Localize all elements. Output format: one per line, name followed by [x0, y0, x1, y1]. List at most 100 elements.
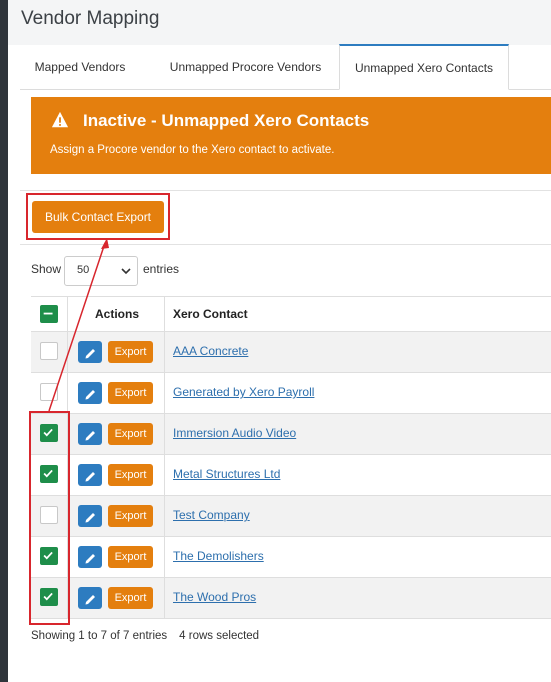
column-divider — [164, 496, 165, 536]
edit-button[interactable] — [78, 505, 102, 527]
minus-icon — [43, 312, 53, 315]
column-divider — [67, 414, 68, 454]
table-row: Export Generated by Xero Payroll — [31, 373, 551, 414]
export-label: Export — [114, 346, 147, 358]
edit-button[interactable] — [78, 423, 102, 445]
edit-button[interactable] — [78, 546, 102, 568]
column-divider — [67, 578, 68, 618]
tab-label: Unmapped Xero Contacts — [354, 60, 494, 75]
edit-button[interactable] — [78, 587, 102, 609]
column-divider — [164, 297, 165, 331]
table-row: Export Metal Structures Ltd — [31, 455, 551, 496]
table-header-row: Actions Xero Contact — [31, 296, 551, 332]
export-label: Export — [114, 592, 147, 604]
column-divider — [164, 537, 165, 577]
tab-mapped-vendors[interactable]: Mapped Vendors — [20, 44, 140, 90]
column-divider — [67, 537, 68, 577]
pencil-icon — [85, 513, 95, 523]
pencil-icon — [85, 595, 95, 605]
divider — [20, 190, 551, 191]
export-button[interactable]: Export — [108, 464, 153, 486]
select-all-checkbox[interactable] — [40, 305, 58, 323]
pencil-icon — [85, 390, 95, 400]
pencil-icon — [85, 431, 95, 441]
show-label: Show — [31, 262, 62, 276]
edit-button[interactable] — [78, 341, 102, 363]
contact-link[interactable]: AAA Concrete — [173, 344, 248, 358]
xero-contact-header: Xero Contact — [173, 307, 248, 321]
alert-message: Assign a Procore vendor to the Xero cont… — [50, 144, 335, 156]
tab-label: Mapped Vendors — [34, 60, 126, 74]
inactive-alert: Inactive - Unmapped Xero Contacts Assign… — [31, 97, 551, 174]
table-row: Export The Demolishers — [31, 537, 551, 578]
column-divider — [164, 414, 165, 454]
contact-link[interactable]: Test Company — [173, 508, 250, 522]
alert-title: Inactive - Unmapped Xero Contacts — [83, 111, 370, 130]
tab-bar: Mapped Vendors Unmapped Procore Vendors … — [20, 44, 551, 90]
contact-link[interactable]: Immersion Audio Video — [173, 426, 296, 440]
export-button[interactable]: Export — [108, 587, 153, 609]
entries-per-page-select[interactable]: 50 — [64, 256, 138, 286]
contact-link[interactable]: Generated by Xero Payroll — [173, 385, 314, 399]
pencil-icon — [85, 554, 95, 564]
export-button[interactable]: Export — [108, 505, 153, 527]
pencil-icon — [85, 472, 95, 482]
column-divider — [164, 455, 165, 495]
checkmark-icon — [43, 469, 53, 478]
table-info: Showing 1 to 7 of 7 entries 4 rows select… — [31, 630, 259, 642]
app-sidebar-edge — [0, 0, 8, 682]
export-label: Export — [114, 551, 147, 563]
entries-label: entries — [143, 262, 180, 276]
pencil-icon — [85, 349, 95, 359]
chevron-down-icon — [121, 268, 131, 275]
table-row: Export AAA Concrete — [31, 332, 551, 373]
page-header: Vendor Mapping — [8, 0, 551, 45]
column-divider — [164, 578, 165, 618]
column-divider — [164, 332, 165, 372]
table-row: Export Test Company — [31, 496, 551, 537]
column-divider — [164, 373, 165, 413]
contact-link[interactable]: The Wood Pros — [173, 590, 256, 604]
row-checkbox[interactable] — [40, 342, 58, 360]
contact-link[interactable]: Metal Structures Ltd — [173, 467, 280, 481]
row-checkbox[interactable] — [40, 424, 58, 442]
page-title: Vendor Mapping — [21, 8, 160, 29]
export-label: Export — [114, 428, 147, 440]
divider — [20, 244, 551, 245]
export-label: Export — [114, 469, 147, 481]
tab-unmapped-xero-contacts[interactable]: Unmapped Xero Contacts — [339, 44, 509, 90]
tab-label: Unmapped Procore Vendors — [169, 60, 322, 74]
column-divider — [67, 455, 68, 495]
bulk-contact-export-button[interactable]: Bulk Contact Export — [32, 201, 164, 233]
export-button[interactable]: Export — [108, 423, 153, 445]
edit-button[interactable] — [78, 382, 102, 404]
entries-info: Showing 1 to 7 of 7 entries — [31, 630, 168, 642]
export-button[interactable]: Export — [108, 341, 153, 363]
contact-link[interactable]: The Demolishers — [173, 549, 264, 563]
button-label: Bulk Contact Export — [44, 210, 152, 224]
row-checkbox[interactable] — [40, 547, 58, 565]
edit-button[interactable] — [78, 464, 102, 486]
column-divider — [67, 332, 68, 372]
row-checkbox[interactable] — [40, 383, 58, 401]
select-value: 50 — [77, 264, 90, 276]
column-divider — [67, 373, 68, 413]
actions-header: Actions — [95, 307, 140, 321]
tab-unmapped-procore-vendors[interactable]: Unmapped Procore Vendors — [153, 44, 338, 90]
export-button[interactable]: Export — [108, 546, 153, 568]
table-row: Export The Wood Pros — [31, 578, 551, 619]
checkmark-icon — [43, 428, 53, 437]
row-checkbox[interactable] — [40, 588, 58, 606]
column-divider — [67, 496, 68, 536]
export-button[interactable]: Export — [108, 382, 153, 404]
checkmark-icon — [43, 592, 53, 601]
export-label: Export — [114, 510, 147, 522]
checkmark-icon — [43, 551, 53, 560]
row-checkbox[interactable] — [40, 506, 58, 524]
row-checkbox[interactable] — [40, 465, 58, 483]
warning-icon — [51, 111, 69, 128]
column-divider — [67, 297, 68, 331]
table-row: Export Immersion Audio Video — [31, 414, 551, 455]
rows-selected-info: 4 rows selected — [179, 630, 260, 642]
export-label: Export — [114, 387, 147, 399]
